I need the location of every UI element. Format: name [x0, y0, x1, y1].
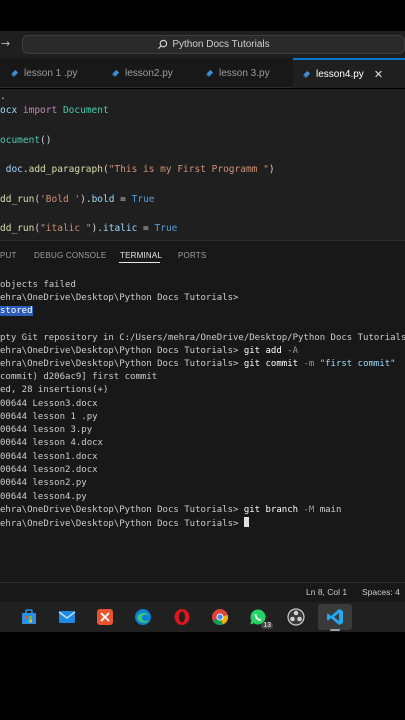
tab-label: lesson2.py: [125, 67, 173, 79]
top-black-margin: [0, 0, 405, 31]
mail-icon[interactable]: [54, 604, 80, 630]
code-line: ocument(): [0, 135, 52, 146]
tab-terminal[interactable]: TERMINAL: [120, 251, 162, 260]
terminal-line: 00644 lesson2.docx: [0, 465, 98, 475]
tab-output[interactable]: PUT: [0, 251, 17, 260]
notification-badge: 13: [261, 622, 273, 629]
tab-label: lesson4.py: [316, 68, 364, 80]
store-icon[interactable]: [16, 604, 42, 630]
terminal-line: 00644 lesson2.py: [0, 478, 87, 488]
terminal-line: 00644 lesson 1 .py: [0, 412, 98, 422]
screen: → Python Docs Tutorials lesson 1 .py les…: [0, 0, 405, 720]
command-center-search[interactable]: Python Docs Tutorials: [22, 35, 405, 54]
tab-debug-console[interactable]: DEBUG CONSOLE: [34, 251, 106, 260]
terminal-line: 00644 Lesson3.docx: [0, 399, 98, 409]
terminal-line: 00644 lesson 4.docx: [0, 438, 103, 448]
obs-icon[interactable]: [283, 604, 309, 630]
terminal-line: 00644 lesson4.py: [0, 492, 87, 502]
forward-arrow-icon[interactable]: →: [1, 35, 13, 53]
code-line: .: [0, 91, 6, 102]
cursor-position[interactable]: Ln 8, Col 1: [306, 587, 347, 597]
indentation-status[interactable]: Spaces: 4: [362, 587, 400, 597]
vscode-icon[interactable]: [318, 604, 352, 631]
python-file-icon: [302, 70, 311, 78]
terminal-line: 00644 lesson 3.py: [0, 425, 93, 435]
edge-icon[interactable]: [130, 604, 156, 630]
code-line: ocx import Document: [0, 105, 109, 116]
terminal-line: 00644 lesson1.docx: [0, 452, 98, 462]
code-line: doc.add_paragraph("This is my First Prog…: [0, 164, 275, 175]
python-file-icon: [111, 69, 120, 77]
code-line: dd_run('Bold ').bold = True: [0, 194, 155, 205]
tab-lesson-3[interactable]: lesson 3.py: [205, 58, 270, 88]
tab-label: lesson 1 .py: [24, 67, 78, 79]
terminal-prompt-line[interactable]: ehra\OneDrive\Desktop\Python Docs Tutori…: [0, 517, 249, 531]
command-center-text: Python Docs Tutorials: [172, 39, 270, 50]
status-bar: Ln 8, Col 1 Spaces: 4: [0, 582, 405, 602]
terminal-line: ed, 28 insertions(+): [0, 385, 109, 395]
python-file-icon: [205, 69, 214, 77]
code-editor[interactable]: . ocx import Document ocument() doc.add_…: [0, 89, 405, 240]
code-line: dd_run("italic ").italic = True: [0, 223, 178, 234]
bottom-black-margin: [0, 632, 405, 720]
terminal-line: ehra\OneDrive\Desktop\Python Docs Tutori…: [0, 346, 299, 356]
terminal-line: commit) d206ac9] first commit: [0, 372, 158, 382]
search-icon: [158, 39, 168, 50]
terminal-line: ehra\OneDrive\Desktop\Python Docs Tutori…: [0, 359, 396, 369]
python-file-icon: [10, 69, 19, 77]
tab-lesson-1[interactable]: lesson 1 .py: [10, 58, 77, 88]
editor-tab-bar: lesson 1 .py lesson2.py lesson 3.py less…: [0, 58, 405, 88]
selected-text: stored: [0, 306, 33, 316]
chrome-icon[interactable]: [207, 604, 233, 630]
tab-lesson-2[interactable]: lesson2.py: [111, 58, 173, 88]
opera-icon[interactable]: [169, 604, 195, 630]
terminal-line: stored: [0, 305, 33, 318]
terminal-line: ehra\OneDrive\Desktop\Python Docs Tutori…: [0, 505, 342, 515]
terminal-line: objects failed: [0, 280, 76, 290]
tab-ports[interactable]: PORTS: [178, 251, 206, 260]
terminal-line: pty Git repository in C:/Users/mehra/One…: [0, 333, 405, 343]
terminal-cursor: [243, 517, 249, 527]
terminal-line: ehra\OneDrive\Desktop\Python Docs Tutori…: [0, 293, 239, 303]
tab-label: lesson 3.py: [219, 67, 270, 79]
office-icon[interactable]: [92, 604, 118, 630]
tab-lesson-4[interactable]: lesson4.py ✕: [293, 58, 405, 88]
active-app-indicator: [330, 629, 340, 631]
close-tab-icon[interactable]: ✕: [374, 68, 383, 81]
whatsapp-icon[interactable]: 13: [245, 604, 273, 630]
active-tab-indicator: [119, 262, 160, 263]
bottom-panel: PUT DEBUG CONSOLE TERMINAL PORTS objects…: [0, 240, 405, 582]
